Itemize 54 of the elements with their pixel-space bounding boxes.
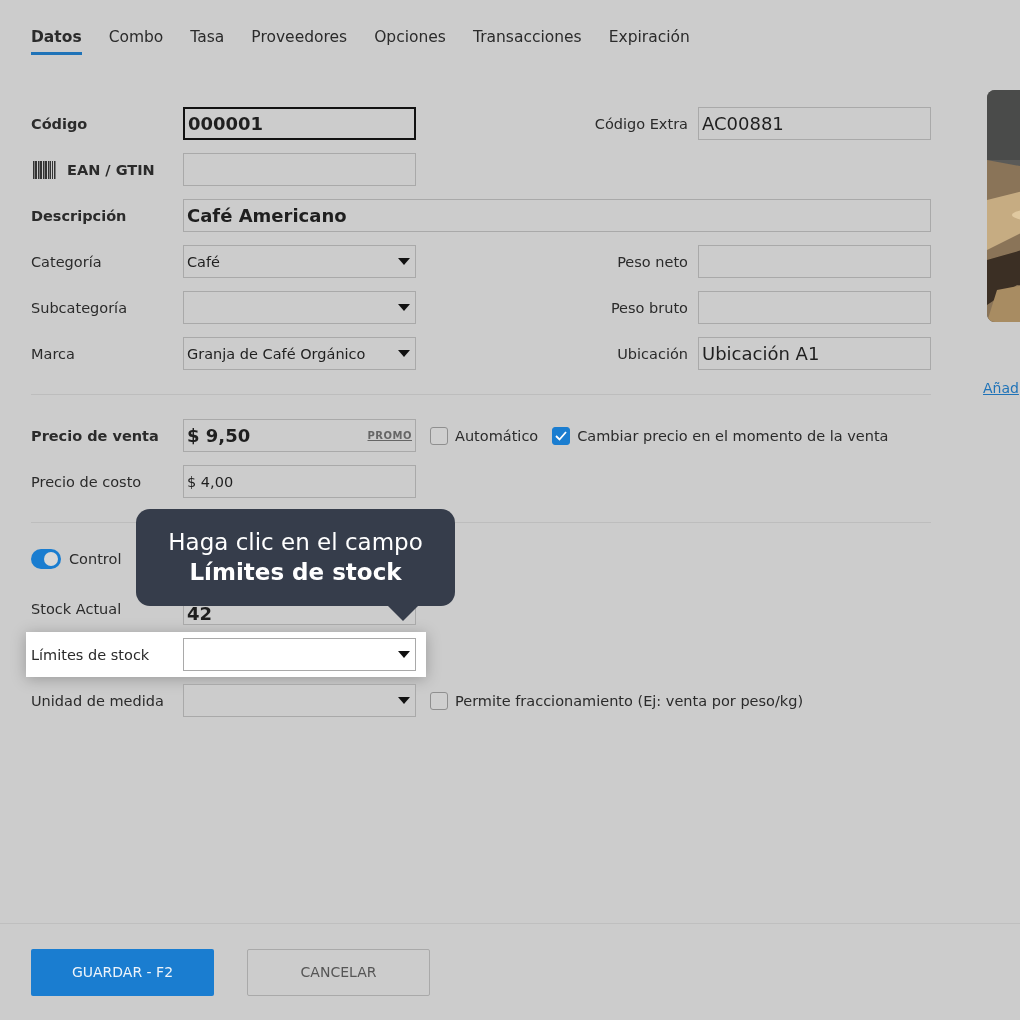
tab[interactable]: Combo	[108, 28, 164, 55]
field-label: Categoría	[31, 253, 103, 270]
field-label: Código Extra	[594, 115, 689, 132]
dropdown-field[interactable]	[183, 291, 416, 324]
checkbox[interactable]	[430, 691, 448, 710]
input-field[interactable]: $ 9,50 PROMO	[183, 419, 416, 452]
caret-icon	[398, 258, 410, 265]
caret-icon	[398, 350, 410, 357]
barcode-icon	[31, 160, 59, 179]
checkbox-label: Automático	[455, 427, 539, 444]
dropdown-field[interactable]	[183, 684, 416, 717]
input-field[interactable]: Ubicación A1	[698, 337, 931, 370]
field-label: Subcategoría	[31, 299, 128, 316]
checkbox-label: Permite fraccionamiento (Ej: venta por peso/kg)	[455, 692, 804, 709]
field-label: Descripción	[31, 207, 128, 224]
checkbox[interactable]	[552, 426, 571, 445]
input-field[interactable]: 000001	[183, 107, 416, 140]
tab[interactable]: Proveedores	[251, 28, 348, 55]
checkbox-label: Cambiar precio en el momento de la venta	[577, 427, 889, 444]
tooltip-text: Haga clic en el campo Límites de stock	[168, 527, 423, 587]
dropdown-field[interactable]: Café	[183, 245, 416, 278]
field-label: Precio de venta	[31, 427, 159, 444]
input-field[interactable]: $ 4,00	[183, 465, 416, 498]
toggle-label: Control	[69, 551, 122, 567]
caret-icon	[398, 304, 410, 311]
caret-icon	[398, 651, 410, 658]
caret-icon	[398, 697, 410, 704]
tab[interactable]: Opciones	[374, 28, 446, 55]
tab[interactable]: Expiración	[608, 28, 690, 55]
field-label: EAN / GTIN	[67, 161, 155, 178]
input-field[interactable]	[183, 153, 416, 186]
tab[interactable]: Tasa	[190, 28, 225, 55]
field-label: Ubicación	[617, 345, 689, 362]
input-field[interactable]: AC00881	[698, 107, 931, 140]
dropdown-field[interactable]: Granja de Café Orgánico	[183, 337, 416, 370]
input-field[interactable]: Café Americano	[183, 199, 931, 232]
field-label: Peso neto	[617, 253, 689, 270]
tab[interactable]: Transacciones	[472, 28, 582, 55]
field-label: Stock Actual	[31, 600, 122, 617]
field-label: Marca	[31, 345, 76, 362]
input-field[interactable]	[698, 245, 931, 278]
cancel-button[interactable]: CANCELAR	[247, 948, 430, 996]
field-label: Peso bruto	[610, 299, 689, 316]
toggle-switch[interactable]	[31, 549, 61, 569]
input-field[interactable]	[698, 291, 931, 324]
save-button[interactable]: GUARDAR - F2	[31, 948, 214, 996]
checkbox[interactable]	[430, 426, 448, 445]
tab[interactable]: Datos	[31, 28, 82, 55]
field-label: Precio de costo	[31, 473, 142, 490]
field-label: Código	[31, 115, 89, 132]
field-label: Límites de stock	[31, 646, 150, 663]
promo-link[interactable]: PROMO	[367, 430, 412, 441]
field-label: Unidad de medida	[31, 692, 164, 709]
dropdown-field[interactable]	[183, 638, 416, 671]
